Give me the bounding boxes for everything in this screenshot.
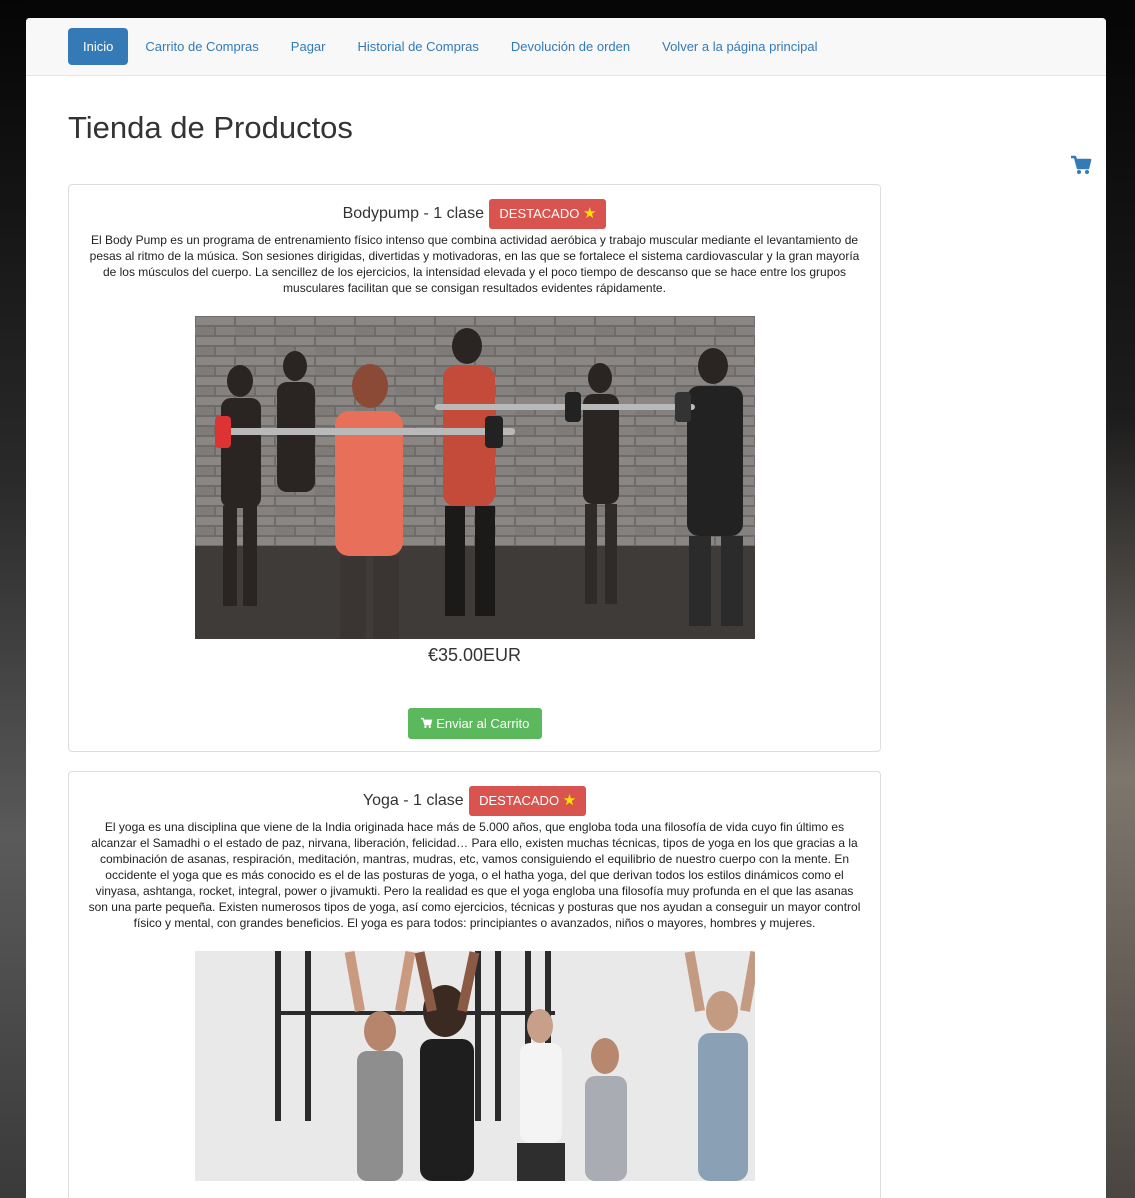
shopping-cart-icon[interactable]: [1070, 154, 1092, 176]
add-to-cart-label: Enviar al Carrito: [436, 716, 530, 731]
product-description: El Body Pump es un programa de entrenami…: [89, 233, 860, 295]
cart-icon: [420, 716, 437, 731]
nav-item-devolucion[interactable]: Devolución de orden: [496, 28, 645, 65]
page-title: Tienda de Productos: [68, 110, 353, 145]
nav-item-volver[interactable]: Volver a la página principal: [647, 28, 832, 65]
nav-item-inicio[interactable]: Inicio: [68, 28, 129, 65]
featured-badge: DESTACADO ★: [469, 786, 587, 816]
navbar: Inicio Carrito de Compras Pagar Historia…: [26, 18, 1106, 76]
product-card: Bodypump - 1 clase DESTACADO ★ El Body P…: [68, 184, 881, 752]
nav-item-pagar[interactable]: Pagar: [276, 28, 341, 65]
nav-item-historial[interactable]: Historial de Compras: [343, 28, 494, 65]
background-right: [1105, 0, 1135, 1198]
badge-label: DESTACADO: [479, 793, 560, 808]
product-price: €35.00EUR: [427, 645, 522, 665]
background-top: [0, 0, 1135, 18]
star-icon: ★: [562, 792, 577, 809]
product-title-row: Bodypump - 1 clase DESTACADO ★: [69, 199, 880, 229]
product-card: Yoga - 1 clase DESTACADO ★ El yoga es un…: [68, 771, 881, 1198]
main-container: Inicio Carrito de Compras Pagar Historia…: [26, 18, 1106, 1198]
badge-label: DESTACADO: [499, 206, 580, 221]
featured-badge: DESTACADO ★: [489, 199, 607, 229]
product-name: Bodypump - 1 clase: [342, 205, 484, 222]
star-icon: ★: [582, 205, 597, 222]
product-name: Yoga - 1 clase: [362, 792, 464, 809]
nav-item-carrito[interactable]: Carrito de Compras: [130, 28, 273, 65]
product-image: [194, 316, 755, 639]
product-description: El yoga es una disciplina que viene de l…: [88, 820, 861, 930]
add-to-cart-button[interactable]: Enviar al Carrito: [407, 708, 542, 739]
background-left: [0, 0, 26, 1198]
product-image: [194, 951, 755, 1181]
product-title-row: Yoga - 1 clase DESTACADO ★: [69, 786, 880, 816]
